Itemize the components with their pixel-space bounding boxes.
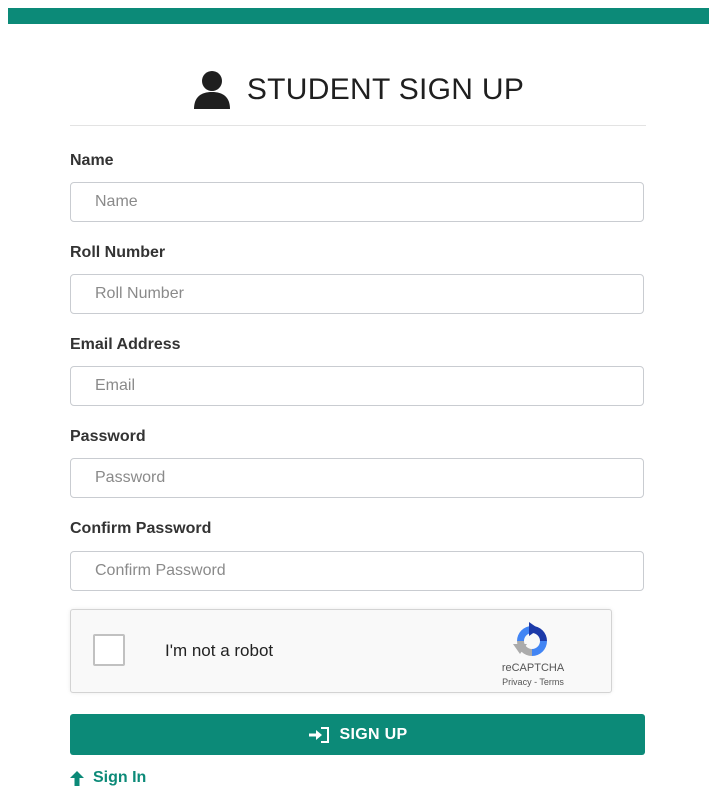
password-label: Password (70, 428, 146, 445)
password-input[interactable] (70, 458, 644, 498)
recaptcha-widget: I'm not a robot reCAPTCHA Privacy - Term… (70, 609, 612, 693)
header-divider (70, 125, 646, 126)
sign-in-link[interactable]: Sign In (70, 769, 146, 787)
email-label: Email Address (70, 336, 181, 353)
top-accent-bar (8, 8, 709, 24)
sign-up-label: SIGN UP (339, 725, 408, 743)
roll-number-input[interactable] (70, 274, 644, 314)
sign-up-button[interactable]: SIGN UP (70, 714, 645, 755)
user-icon (193, 71, 230, 109)
sign-in-label: Sign In (93, 769, 147, 786)
recaptcha-brand: reCAPTCHA (501, 662, 565, 674)
recaptcha-privacy-link[interactable]: Privacy (502, 677, 532, 687)
email-input[interactable] (70, 366, 644, 406)
recaptcha-links: Privacy - Terms (485, 677, 581, 687)
name-label: Name (70, 152, 114, 169)
recaptcha-terms-link[interactable]: Terms (539, 677, 564, 687)
confirm-password-label: Confirm Password (70, 520, 212, 537)
page-header: STUDENT SIGN UP (0, 66, 709, 114)
recaptcha-logo-icon (513, 622, 547, 656)
arrow-up-icon (70, 770, 84, 786)
recaptcha-checkbox[interactable] (93, 634, 125, 666)
roll-number-label: Roll Number (70, 244, 166, 261)
confirm-password-input[interactable] (70, 551, 644, 591)
recaptcha-label: I'm not a robot (165, 641, 274, 660)
page-title: STUDENT SIGN UP (246, 73, 525, 106)
name-input[interactable] (70, 182, 644, 222)
sign-in-arrow-icon (308, 726, 329, 743)
